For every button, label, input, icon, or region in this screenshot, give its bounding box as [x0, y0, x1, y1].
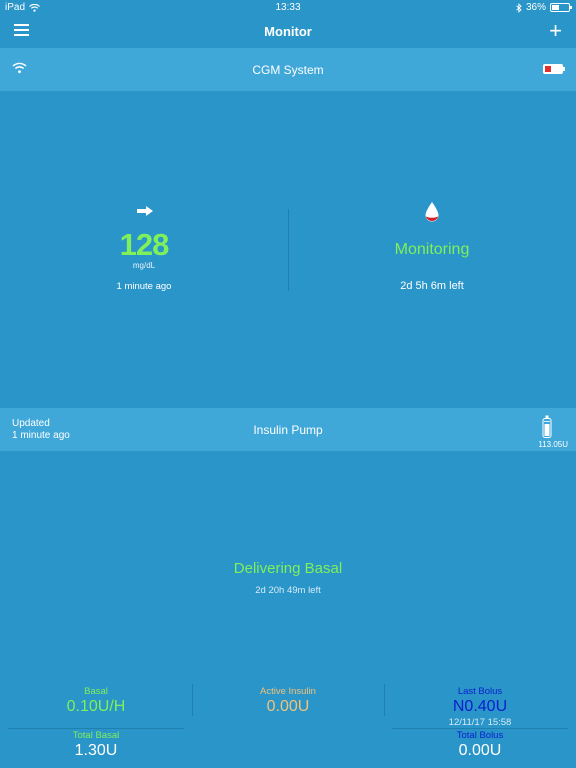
blood-drop-icon	[425, 202, 439, 222]
basal-stat[interactable]: Basal 0.10U/H	[0, 686, 192, 716]
total-bolus-stat[interactable]: Total Bolus 0.00U	[384, 730, 576, 760]
glucose-units: mg/dL	[132, 261, 156, 270]
last-reading-time: 1 minute ago	[116, 281, 172, 292]
stat-divider-h	[392, 728, 568, 729]
cgm-header[interactable]: CGM System	[0, 48, 576, 91]
total-basal-label: Total Basal	[72, 730, 120, 741]
status-time: 13:33	[275, 2, 301, 13]
cgm-title: CGM System	[252, 63, 324, 77]
delivery-status: Delivering Basal	[233, 560, 343, 577]
bluetooth-icon	[516, 2, 522, 13]
last-bolus-stat[interactable]: Last Bolus N0.40U	[384, 686, 576, 716]
nav-bar: Monitor +	[0, 16, 576, 48]
pump-title: Insulin Pump	[253, 423, 323, 437]
total-basal-stat[interactable]: Total Basal 1.30U	[0, 730, 192, 760]
insulin-reservoir-icon	[542, 415, 552, 438]
reservoir-value: 113.05U	[538, 440, 568, 449]
stat-divider-h	[8, 728, 184, 729]
battery-icon	[550, 3, 572, 12]
battery-percent: 36%	[525, 2, 546, 13]
last-bolus-label: Last Bolus	[457, 686, 503, 697]
last-bolus-value: N0.40U	[452, 698, 508, 715]
cgm-panel[interactable]: 128 mg/dL 1 minute ago Monitoring 2d 5h …	[0, 91, 576, 408]
glucose-value: 128	[119, 227, 170, 262]
status-bar: iPad 13:33 36%	[0, 0, 576, 16]
pump-header[interactable]: Updated 1 minute ago Insulin Pump 113.05…	[0, 408, 576, 451]
delivery-time-left: 2d 20h 49m left	[255, 585, 321, 596]
basal-value: 0.10U/H	[66, 698, 126, 715]
sensor-status: Monitoring	[394, 241, 470, 258]
status-right: 36%	[516, 2, 572, 13]
arrow-right-icon	[137, 206, 153, 216]
active-insulin-stat[interactable]: Active Insulin 0.00U	[192, 686, 384, 716]
total-basal-value: 1.30U	[74, 742, 118, 759]
last-bolus-date: 12/11/17 15:58	[448, 717, 512, 728]
total-bolus-label: Total Bolus	[456, 730, 504, 741]
active-insulin-label: Active Insulin	[260, 686, 316, 697]
basal-label: Basal	[84, 686, 108, 697]
sensor-time-left: 2d 5h 6m left	[400, 280, 464, 292]
battery-low-icon	[543, 64, 565, 74]
plus-icon[interactable]: +	[549, 20, 562, 42]
active-insulin-value: 0.00U	[266, 698, 310, 715]
total-bolus-value: 0.00U	[458, 742, 502, 759]
page-title: Monitor	[264, 24, 312, 39]
